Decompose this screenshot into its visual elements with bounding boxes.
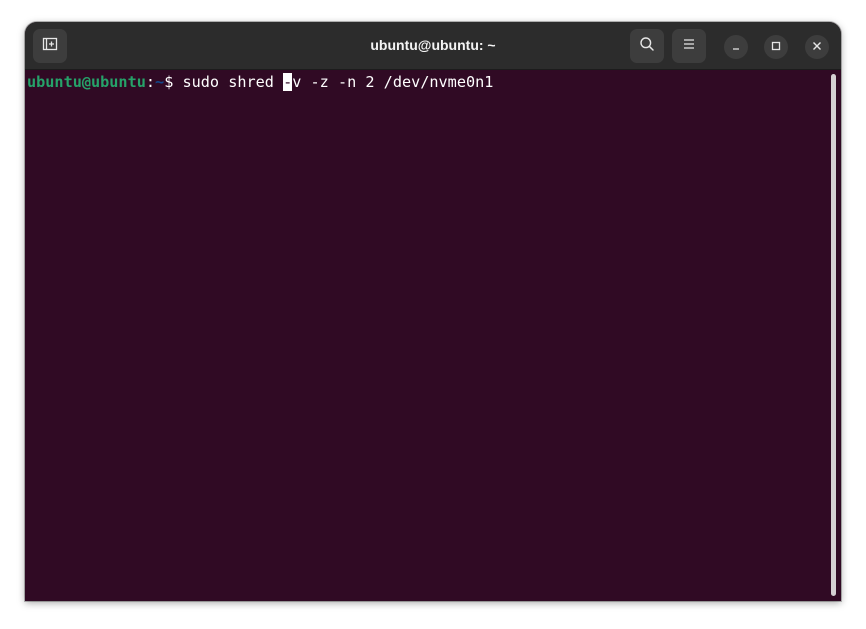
close-icon [812,38,822,56]
prompt-colon: : [145,73,156,91]
minimize-button[interactable] [724,35,748,59]
command-text-after-cursor: v -z -n 2 /dev/nvme0n1 [292,73,494,91]
command-line: ubuntu@ubuntu:~$ sudo shred -v -z -n 2 /… [27,73,493,91]
minimize-icon [731,38,741,56]
hamburger-menu-icon [682,37,696,56]
command-text-before-cursor: sudo shred [182,73,284,91]
maximize-button[interactable] [764,35,788,59]
scrollbar[interactable] [831,74,836,596]
terminal-area[interactable]: ubuntu@ubuntu:~$ sudo shred -v -z -n 2 /… [25,70,841,601]
menu-button[interactable] [672,29,706,63]
search-icon [639,36,655,57]
new-tab-button[interactable] [33,29,67,63]
search-button[interactable] [630,29,664,63]
text-cursor: - [283,73,293,91]
close-button[interactable] [805,35,829,59]
maximize-icon [771,38,781,56]
prompt-path: ~ [155,73,165,91]
new-tab-icon [42,36,58,57]
title-bar[interactable]: ubuntu@ubuntu: ~ [25,22,841,70]
terminal-window: ubuntu@ubuntu: ~ ubuntu@ubuntu:~$ sudo s… [25,22,841,601]
prompt-user: ubuntu@ubuntu [27,73,146,91]
prompt-dollar: $ [164,73,183,91]
window-title: ubuntu@ubuntu: ~ [370,37,496,53]
